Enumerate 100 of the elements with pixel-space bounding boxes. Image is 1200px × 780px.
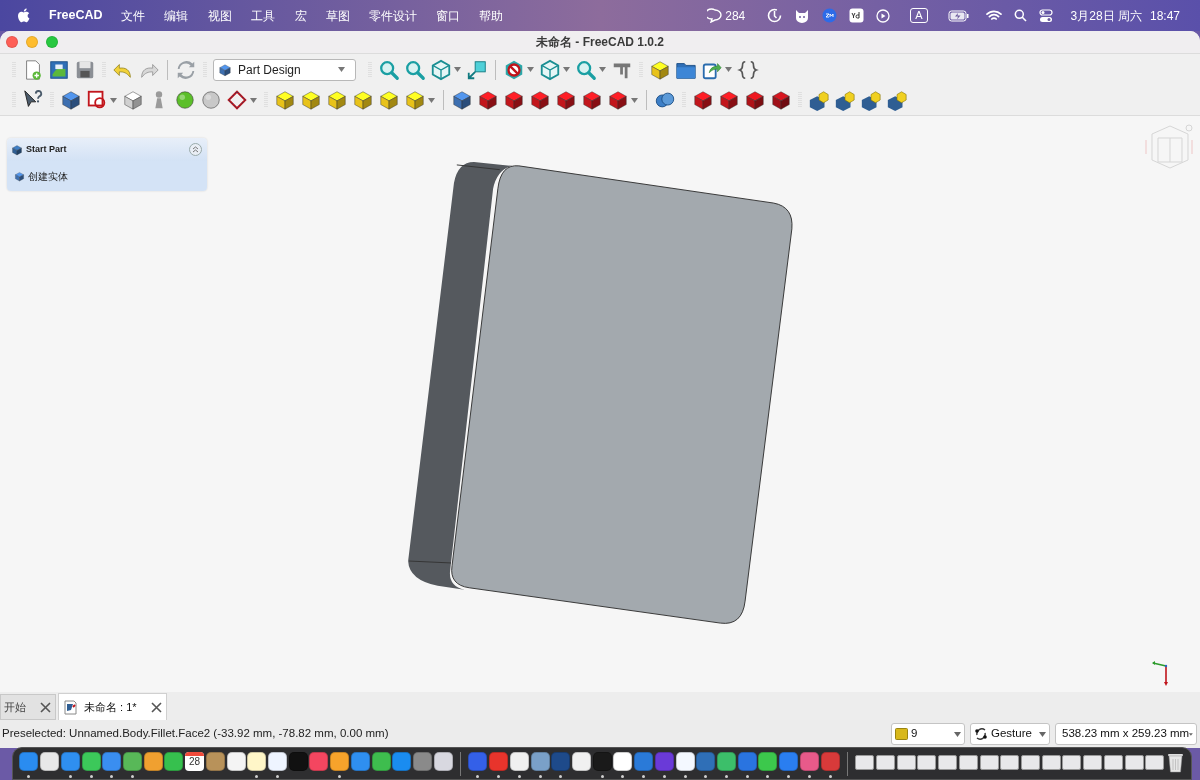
collapse-icon[interactable] xyxy=(189,143,202,156)
app-icon[interactable] xyxy=(122,751,142,771)
battery-icon[interactable] xyxy=(947,9,970,22)
menu-item[interactable]: 宏 xyxy=(294,6,307,25)
menu-bar-date[interactable]: 3月28日 周六 xyxy=(1070,6,1142,25)
app-icon[interactable] xyxy=(268,751,287,771)
part-icon xyxy=(11,143,23,156)
part-container-icon[interactable] xyxy=(649,58,671,81)
dropdown-caret-icon[interactable] xyxy=(454,67,461,72)
cat-icon[interactable] xyxy=(794,8,811,23)
wifi-icon[interactable] xyxy=(985,9,1002,22)
workbench-dropdown[interactable]: Part Design xyxy=(213,58,356,81)
window-thumbnail[interactable] xyxy=(896,754,916,770)
menu-item[interactable]: 帮助 xyxy=(478,6,503,25)
app-icon[interactable] xyxy=(717,751,736,771)
draw-style-swatch-icon xyxy=(895,728,908,740)
window-thumbnail[interactable] xyxy=(1083,754,1103,770)
document-icon xyxy=(64,699,77,715)
blob-shape-icon[interactable] xyxy=(174,89,196,111)
window-thumbnail[interactable] xyxy=(958,754,978,770)
window-thumbnail[interactable] xyxy=(1000,754,1020,770)
braces-icon[interactable] xyxy=(737,58,759,81)
app-icon[interactable] xyxy=(509,751,529,771)
cube-icon[interactable] xyxy=(539,58,561,81)
zoom-selection-icon[interactable] xyxy=(404,58,426,81)
apple-logo-icon[interactable] xyxy=(17,8,30,23)
window-thumbnail[interactable] xyxy=(1124,754,1144,770)
dropdown-caret-icon[interactable] xyxy=(599,67,606,72)
dropdown-caret-icon xyxy=(954,731,961,737)
window-thumbnail[interactable] xyxy=(979,754,999,770)
app-icon[interactable] xyxy=(81,751,101,771)
close-window-button[interactable] xyxy=(6,36,18,48)
dimension-dropdown[interactable]: 538.23 mm x 259.23 mm xyxy=(1055,723,1197,745)
window-thumbnail[interactable] xyxy=(855,754,875,770)
window-thumbnail[interactable] xyxy=(1062,754,1082,770)
video-meeting-icon[interactable] xyxy=(822,8,838,23)
menu-item[interactable]: 窗口 xyxy=(435,6,460,25)
app-icon[interactable] xyxy=(613,751,633,771)
task-panel-title: Start Part xyxy=(26,142,67,156)
dropdown-caret-icon[interactable] xyxy=(631,97,638,103)
dropdown-caret-icon[interactable] xyxy=(110,97,117,103)
diamond-icon[interactable] xyxy=(226,89,248,111)
timer-icon[interactable] xyxy=(767,8,783,23)
menu-item[interactable]: 零件设计 xyxy=(368,6,417,25)
draw-style-dropdown[interactable]: 9 xyxy=(891,723,965,745)
close-icon[interactable] xyxy=(40,701,51,713)
wireframe-cube-icon[interactable] xyxy=(430,58,452,81)
chat-bubble-icon[interactable] xyxy=(707,8,724,23)
dictionary-icon[interactable] xyxy=(849,8,865,23)
arrow-square-icon[interactable] xyxy=(466,58,488,81)
app-icon[interactable] xyxy=(572,751,591,771)
window-thumbnail[interactable] xyxy=(1103,754,1123,770)
app-icon[interactable] xyxy=(433,751,453,771)
menu-item[interactable]: 编辑 xyxy=(163,6,188,25)
app-icon[interactable] xyxy=(247,751,267,771)
app-icon[interactable] xyxy=(758,751,778,771)
status-message: Preselected: Unnamed.Body.Fillet.Face2 (-33.92 mm, -78.82 mm, 0.00 mm) xyxy=(2,726,389,742)
menu-item[interactable]: 文件 xyxy=(120,6,145,25)
no-entry-icon[interactable] xyxy=(503,58,525,81)
dropdown-caret-icon[interactable] xyxy=(725,67,732,72)
document-tab[interactable]: 未命名 : 1* xyxy=(58,693,167,720)
dropdown-caret-icon xyxy=(1189,731,1193,737)
body-icon[interactable] xyxy=(60,89,82,111)
dropdown-caret-icon xyxy=(338,67,345,72)
menu-item[interactable]: 视图 xyxy=(207,6,232,25)
app-icon[interactable] xyxy=(143,751,163,771)
sketch-icon[interactable] xyxy=(86,89,108,111)
input-source-indicator[interactable]: A xyxy=(910,8,928,23)
close-icon[interactable] xyxy=(150,701,162,713)
menu-item[interactable]: 工具 xyxy=(250,6,275,25)
dropdown-caret-icon[interactable] xyxy=(250,97,257,103)
open-file-icon[interactable] xyxy=(48,58,70,81)
window-thumbnail[interactable] xyxy=(938,754,958,770)
navigation-style-dropdown[interactable]: Gesture xyxy=(970,723,1050,745)
app-icon[interactable] xyxy=(40,751,60,771)
app-menu[interactable]: FreeCAD xyxy=(49,6,103,25)
app-icon[interactable] xyxy=(164,751,184,771)
window-thumbnail[interactable] xyxy=(1145,754,1165,770)
app-icon[interactable] xyxy=(226,751,246,771)
create-body-action[interactable]: 创建实体 xyxy=(14,168,68,184)
document-tab[interactable]: 开始 xyxy=(0,694,56,720)
window-thumbnail[interactable] xyxy=(1041,754,1061,770)
play-icon[interactable] xyxy=(876,8,891,23)
search-icon[interactable] xyxy=(1013,9,1027,22)
app-icon[interactable] xyxy=(330,751,350,771)
gesture-icon xyxy=(974,727,988,741)
dropdown-caret-icon[interactable] xyxy=(563,67,570,72)
dropdown-caret-icon[interactable] xyxy=(527,67,534,72)
app-icon[interactable] xyxy=(675,751,695,771)
window-thumbnail[interactable] xyxy=(917,754,937,770)
window-thumbnail[interactable] xyxy=(1021,754,1040,770)
zoom-icon[interactable] xyxy=(575,58,597,81)
control-center-icon[interactable] xyxy=(1038,8,1053,23)
trash-icon[interactable] xyxy=(1167,751,1185,773)
zoom-all-icon[interactable] xyxy=(378,58,400,81)
dropdown-caret-icon[interactable] xyxy=(428,97,435,103)
menu-item[interactable]: 草图 xyxy=(325,6,350,25)
menu-bar-clock[interactable]: 18:47 xyxy=(1149,6,1180,25)
window-thumbnail[interactable] xyxy=(876,754,895,770)
app-icon[interactable] xyxy=(371,751,391,771)
